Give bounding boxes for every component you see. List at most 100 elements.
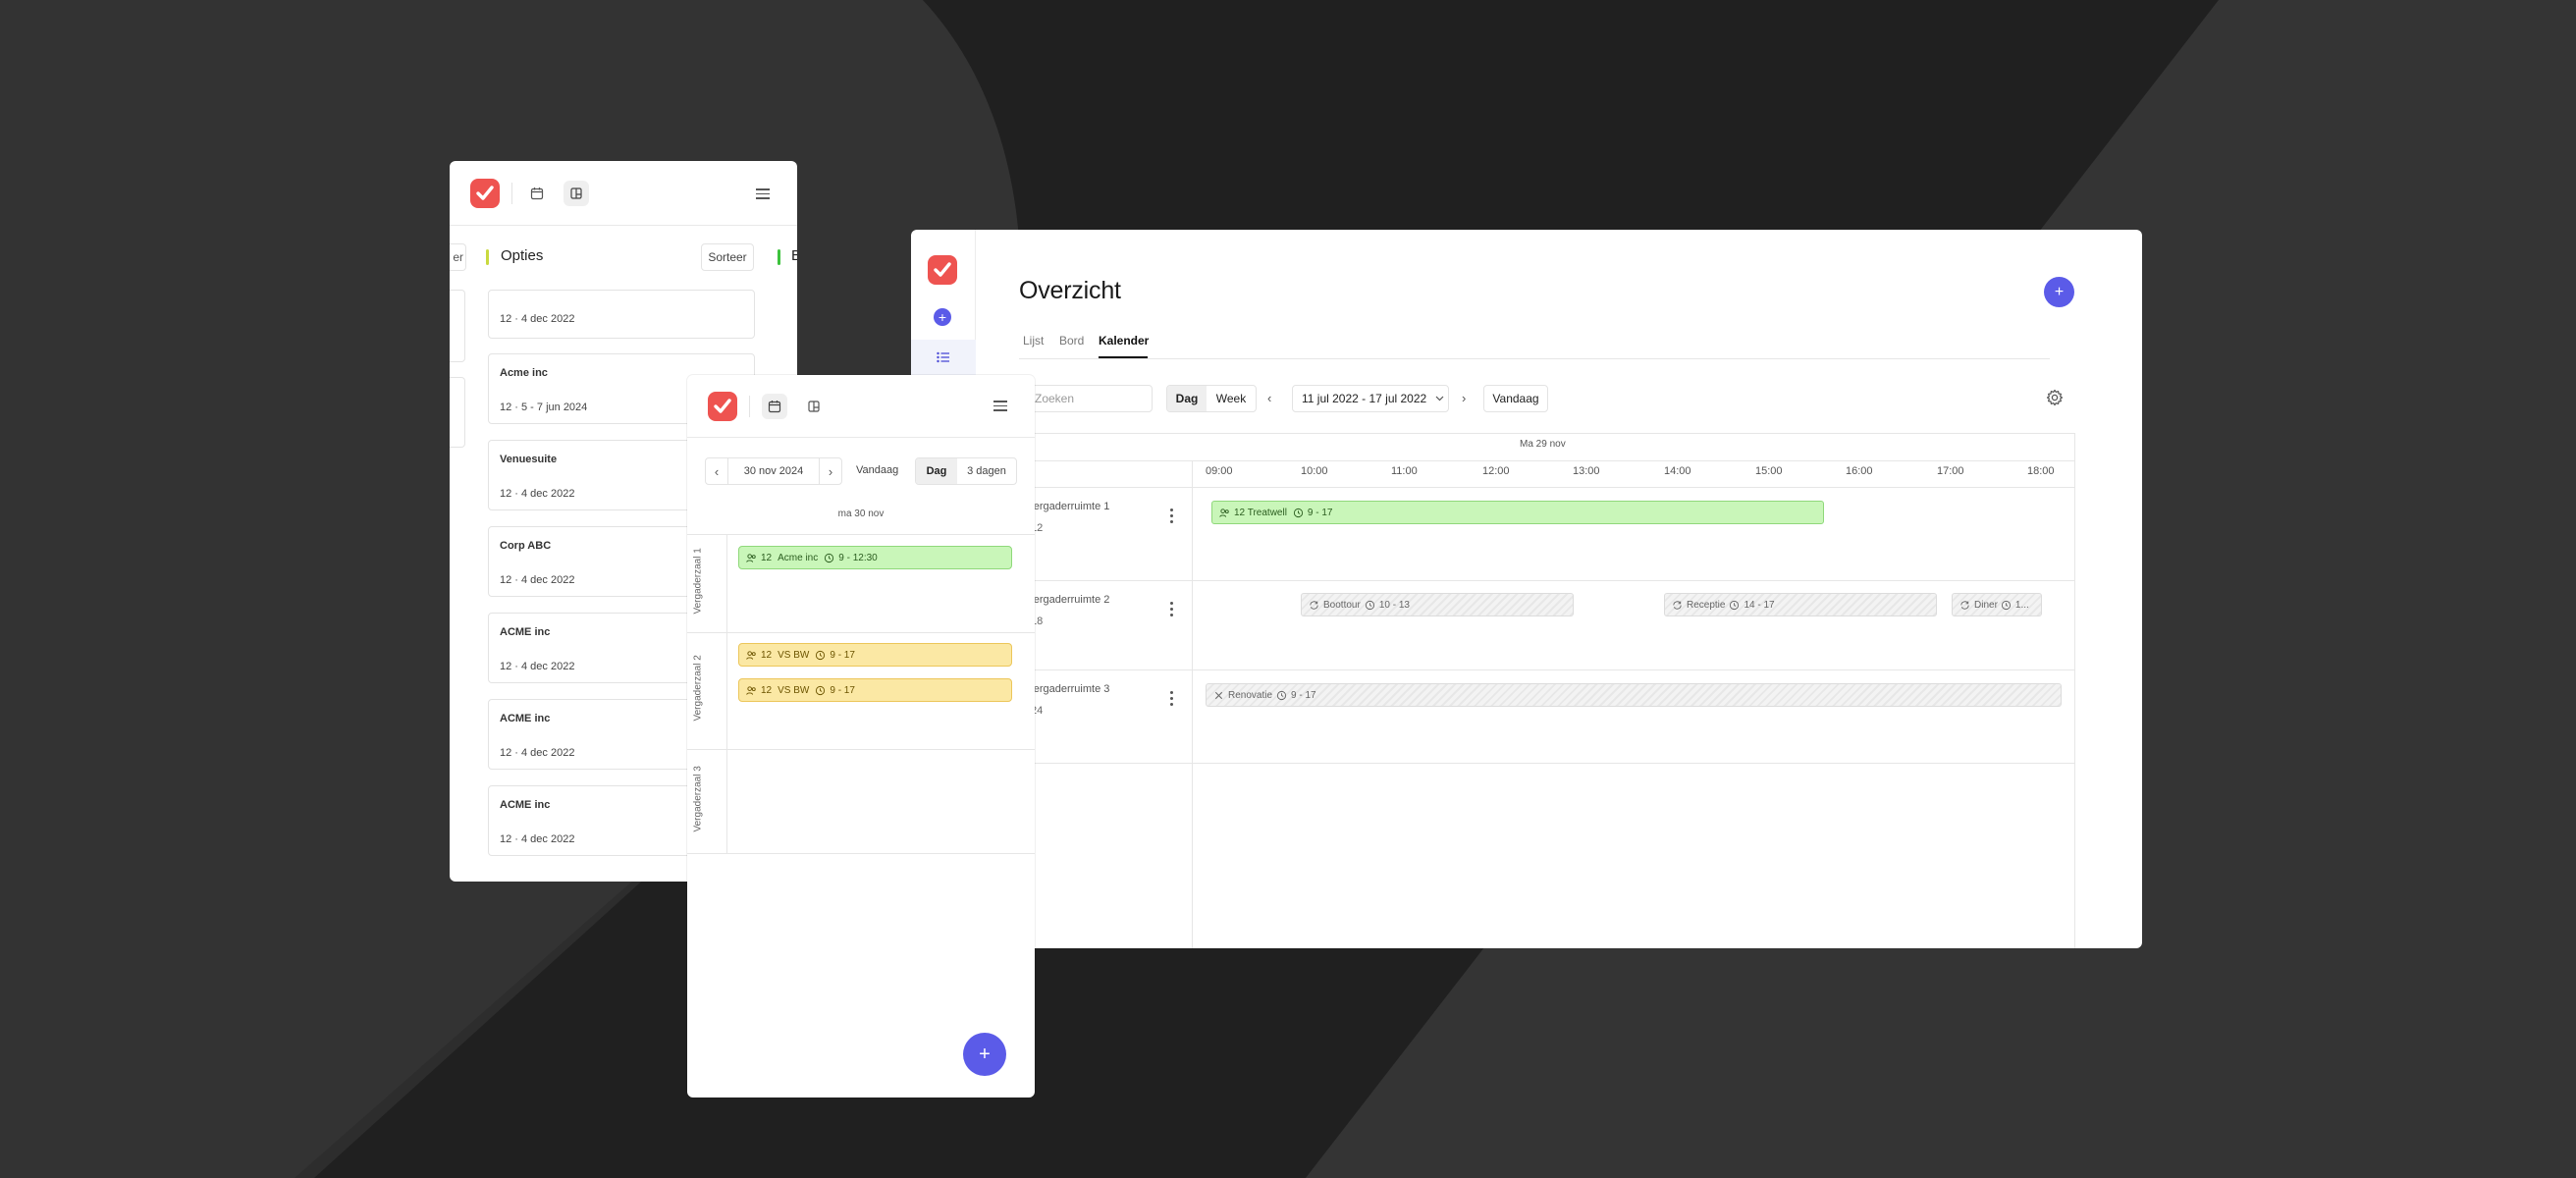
grid-line bbox=[1009, 580, 2075, 581]
add-booking-button[interactable]: + bbox=[963, 1033, 1006, 1076]
calendar-event[interactable]: Renovatie 9 - 17 bbox=[1206, 683, 2062, 707]
event-count: 12 bbox=[761, 552, 773, 563]
card-title: Venuesuite bbox=[500, 454, 558, 465]
list-nav-icon[interactable] bbox=[911, 340, 976, 375]
calendar-icon[interactable] bbox=[762, 393, 787, 419]
settings-gear-icon[interactable] bbox=[2046, 389, 2064, 411]
grid-room-divider bbox=[726, 534, 727, 854]
card-date: 12 · 4 dec 2022 bbox=[500, 574, 575, 586]
board-view-icon[interactable] bbox=[801, 394, 827, 419]
calendar-event[interactable]: 12 Treatwell 9 - 17 bbox=[1211, 501, 1824, 524]
prev-column-card[interactable] bbox=[450, 290, 465, 362]
next-column-title: B bbox=[791, 247, 797, 264]
tab-lijst[interactable]: Lijst bbox=[1023, 334, 1044, 348]
date-range-select[interactable]: 11 jul 2022 - 17 jul 2022 bbox=[1292, 385, 1449, 412]
day-event[interactable]: 12 Acme inc 9 - 12:30 bbox=[738, 546, 1012, 569]
board-card[interactable]: 12 · 4 dec 2022 bbox=[488, 290, 755, 339]
calendar-event[interactable]: Boottour 10 - 13 bbox=[1301, 593, 1574, 616]
card-title: ACME inc bbox=[500, 799, 551, 811]
menu-icon[interactable] bbox=[993, 401, 1007, 411]
add-icon[interactable]: + bbox=[934, 308, 951, 326]
tab-kalender[interactable]: Kalender bbox=[1099, 334, 1149, 348]
today-button[interactable]: Vandaag bbox=[1483, 385, 1548, 412]
repeat-icon bbox=[1960, 600, 1969, 610]
repeat-icon bbox=[1310, 600, 1318, 610]
card-date: 12 · 5 - 7 jun 2024 bbox=[500, 402, 588, 413]
view-toggle: Dag 3 dagen bbox=[915, 457, 1017, 485]
add-button[interactable]: + bbox=[2044, 277, 2074, 307]
calendar-event[interactable]: Diner 1... bbox=[1952, 593, 2042, 616]
repeat-icon bbox=[1673, 600, 1682, 610]
event-count: 12 bbox=[761, 684, 773, 696]
grid-line bbox=[687, 534, 1035, 535]
card-date: 12 · 4 dec 2022 bbox=[500, 313, 575, 325]
event-label: 12 Treatwell bbox=[1234, 507, 1287, 518]
room-name: Vergaderruimte 2 bbox=[1027, 594, 1110, 606]
people-icon bbox=[746, 685, 756, 695]
card-title: Acme inc bbox=[500, 367, 548, 379]
event-name: VS BW bbox=[778, 649, 810, 661]
view-week[interactable]: Week bbox=[1207, 392, 1256, 405]
tab-bord[interactable]: Bord bbox=[1059, 334, 1084, 348]
people-icon bbox=[746, 650, 756, 660]
view-dag[interactable]: Dag bbox=[1167, 386, 1207, 411]
event-time: 9 - 17 bbox=[1307, 507, 1333, 518]
grid-line bbox=[1009, 487, 2075, 488]
event-label: Diner bbox=[1974, 599, 1998, 611]
room-more-icon[interactable] bbox=[1165, 602, 1177, 616]
next-column-color-marker bbox=[778, 249, 780, 265]
app-logo-icon[interactable] bbox=[928, 255, 957, 285]
room-more-icon[interactable] bbox=[1165, 691, 1177, 706]
board-view-icon[interactable] bbox=[564, 180, 589, 206]
menu-icon[interactable] bbox=[756, 188, 770, 199]
view-dag[interactable]: Dag bbox=[916, 458, 957, 484]
room-more-icon[interactable] bbox=[1165, 509, 1177, 523]
clock-icon bbox=[1293, 508, 1304, 517]
event-count: 12 bbox=[761, 649, 773, 661]
today-button[interactable]: Vandaag bbox=[856, 464, 898, 476]
card-title: ACME inc bbox=[500, 626, 551, 638]
calendar-event[interactable]: Receptie 14 - 17 bbox=[1664, 593, 1937, 616]
grid-room-column-divider bbox=[1192, 460, 1193, 948]
board-toolbar bbox=[450, 161, 797, 226]
dayview-toolbar bbox=[687, 375, 1035, 438]
grid-line bbox=[1009, 460, 2075, 461]
prev-column-card[interactable] bbox=[450, 377, 465, 448]
toolbar-divider bbox=[749, 395, 750, 417]
room-name: Vergaderruimte 3 bbox=[1027, 683, 1110, 695]
column-color-marker bbox=[486, 249, 489, 265]
prev-range-icon[interactable]: ‹ bbox=[1267, 391, 1271, 405]
app-logo-icon[interactable] bbox=[708, 391, 737, 421]
next-day-icon[interactable]: › bbox=[820, 464, 841, 479]
sort-button[interactable]: Sorteer bbox=[701, 243, 754, 271]
event-time: 9 - 17 bbox=[1291, 689, 1316, 701]
people-icon bbox=[746, 553, 756, 562]
hour-label: 12:00 bbox=[1482, 465, 1510, 477]
tabs-divider bbox=[1019, 358, 2050, 359]
view-toggle: Dag Week bbox=[1166, 385, 1257, 412]
next-range-icon[interactable]: › bbox=[1462, 391, 1466, 405]
room-name: Vergaderruimte 1 bbox=[1027, 501, 1110, 512]
event-name: Acme inc bbox=[778, 552, 819, 563]
card-date: 12 · 4 dec 2022 bbox=[500, 747, 575, 759]
overview-window: + Overzicht + Lijst Bord Kalender Zoeken… bbox=[911, 230, 2142, 948]
day-event[interactable]: 12 VS BW 9 - 17 bbox=[738, 643, 1012, 667]
day-event[interactable]: 12 VS BW 9 - 17 bbox=[738, 678, 1012, 702]
card-date: 12 · 4 dec 2022 bbox=[500, 833, 575, 845]
date-range-label: 11 jul 2022 - 17 jul 2022 bbox=[1302, 392, 1427, 405]
day-header: Ma 29 nov bbox=[1520, 439, 1566, 450]
prev-day-icon[interactable]: ‹ bbox=[706, 464, 727, 479]
calendar-icon[interactable] bbox=[524, 181, 550, 206]
prev-column-sort-button[interactable]: er bbox=[450, 243, 466, 271]
grid-top-line bbox=[1009, 433, 2075, 434]
hour-label: 15:00 bbox=[1755, 465, 1783, 477]
event-time: 9 - 17 bbox=[830, 684, 855, 696]
card-title: Corp ABC bbox=[500, 540, 552, 552]
grid-line bbox=[1009, 763, 2075, 764]
event-time: 1... bbox=[2014, 599, 2029, 611]
current-date[interactable]: 30 nov 2024 bbox=[727, 458, 820, 484]
view-3-dagen[interactable]: 3 dagen bbox=[957, 458, 1016, 484]
room-label: Vergaderzaal 2 bbox=[692, 655, 704, 722]
hour-label: 10:00 bbox=[1301, 465, 1328, 477]
app-logo-icon[interactable] bbox=[470, 178, 500, 208]
